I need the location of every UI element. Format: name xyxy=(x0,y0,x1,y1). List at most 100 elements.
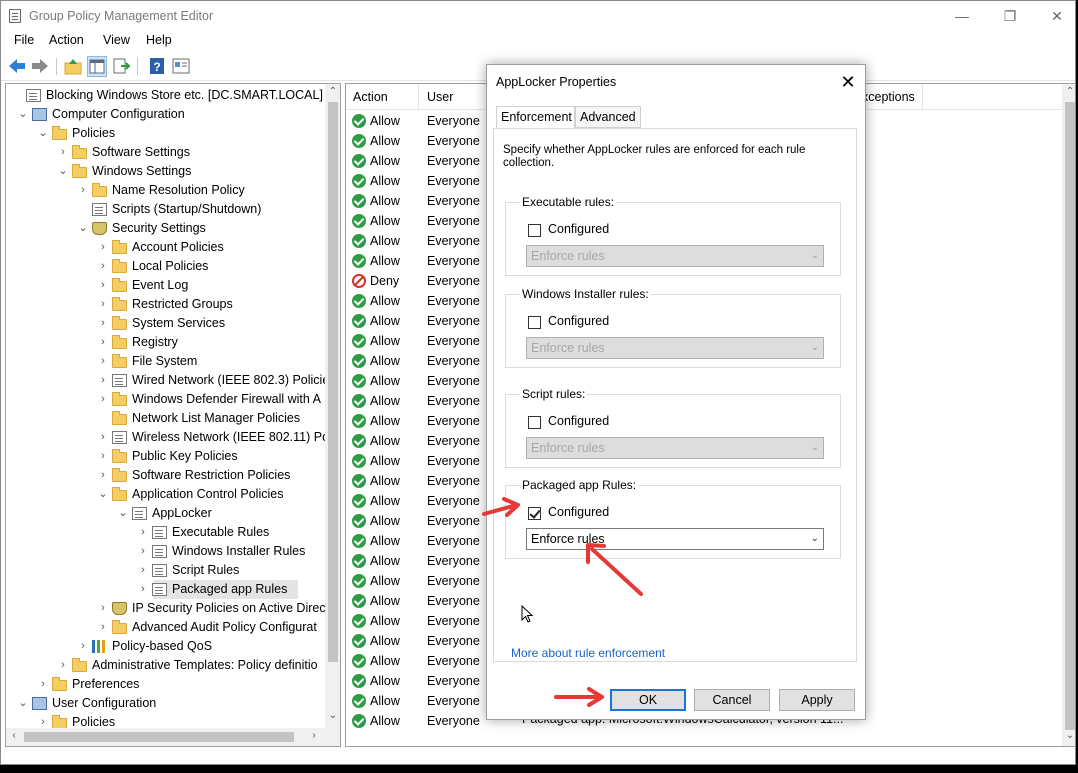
menu-help[interactable]: Help xyxy=(146,33,172,47)
show-hide-tree-icon[interactable] xyxy=(87,56,107,77)
list-scrollbar[interactable]: ⌃ ⌄ xyxy=(1062,84,1075,746)
expand-icon[interactable]: › xyxy=(96,466,110,485)
configured-checkbox[interactable] xyxy=(528,416,541,429)
expand-icon[interactable]: › xyxy=(96,618,110,637)
expand-icon[interactable]: › xyxy=(96,238,110,257)
export-list-icon[interactable] xyxy=(111,56,131,77)
expand-icon[interactable]: › xyxy=(96,428,110,447)
configured-label[interactable]: Configured xyxy=(548,505,609,519)
collapse-icon[interactable]: ⌄ xyxy=(36,124,50,143)
scroll-up-icon[interactable]: ⌃ xyxy=(1062,86,1075,97)
collapse-icon[interactable]: ⌄ xyxy=(56,162,70,181)
expand-icon[interactable]: › xyxy=(96,390,110,409)
expand-icon[interactable]: › xyxy=(76,181,90,200)
scroll-up-icon[interactable]: ⌃ xyxy=(325,86,340,97)
folder-icon xyxy=(112,354,127,368)
rule-enforcement-link[interactable]: More about rule enforcement xyxy=(511,646,665,660)
tree-scrollbar[interactable]: ⌃ ⌄ xyxy=(325,84,340,728)
menu-action[interactable]: Action xyxy=(49,33,84,47)
expand-icon[interactable]: › xyxy=(136,523,150,542)
scroll-down-icon[interactable]: ⌄ xyxy=(325,710,340,721)
expand-icon[interactable]: › xyxy=(96,257,110,276)
column-divider[interactable] xyxy=(418,84,419,110)
rule-user: Everyone xyxy=(427,614,480,628)
tree-item-label: Application Control Policies xyxy=(132,487,284,501)
expand-icon[interactable]: › xyxy=(56,656,70,675)
collapse-icon[interactable]: ⌄ xyxy=(16,105,30,124)
rule-user: Everyone xyxy=(427,634,480,648)
expand-icon[interactable]: › xyxy=(96,333,110,352)
doc-icon xyxy=(112,374,127,387)
configured-checkbox[interactable] xyxy=(528,224,541,237)
tree-item-label: Computer Configuration xyxy=(52,107,185,121)
computer-icon xyxy=(32,697,47,710)
expand-icon[interactable]: › xyxy=(136,542,150,561)
forward-icon[interactable] xyxy=(30,56,50,77)
rule-action: Allow xyxy=(370,194,400,208)
back-icon[interactable] xyxy=(7,56,27,77)
tree-item-label: Wireless Network (IEEE 802.11) Pol xyxy=(132,430,332,444)
expand-icon[interactable]: › xyxy=(96,276,110,295)
expand-icon[interactable]: › xyxy=(76,637,90,656)
tree-item-label: AppLocker xyxy=(152,506,212,520)
tree-hscroll-thumb[interactable] xyxy=(24,732,294,742)
tree-hscrollbar[interactable]: ‹ › xyxy=(6,728,340,746)
tab-enforcement[interactable]: Enforcement xyxy=(496,106,575,129)
collapse-icon[interactable]: ⌄ xyxy=(116,504,130,523)
expand-icon[interactable]: › xyxy=(36,675,50,694)
expand-icon[interactable]: › xyxy=(56,143,70,162)
expand-icon[interactable]: › xyxy=(96,599,110,618)
configured-label[interactable]: Configured xyxy=(548,414,609,428)
menu-file[interactable]: File xyxy=(14,33,34,47)
help-icon[interactable]: ? xyxy=(147,56,167,77)
expand-icon[interactable]: › xyxy=(96,352,110,371)
configured-label[interactable]: Configured xyxy=(548,222,609,236)
column-divider[interactable] xyxy=(922,84,923,110)
column-exceptions[interactable]: xceptions xyxy=(862,90,915,104)
chevron-down-icon: ⌄ xyxy=(810,342,819,353)
column-action[interactable]: Action xyxy=(353,90,388,104)
rule-action: Allow xyxy=(370,134,400,148)
tab-advanced[interactable]: Advanced xyxy=(575,106,641,128)
maximize-button[interactable]: ❐ xyxy=(995,5,1025,27)
rule-user: Everyone xyxy=(427,354,480,368)
enforcement-mode-select[interactable]: Enforce rules ⌄ xyxy=(526,528,824,550)
expand-icon[interactable]: › xyxy=(96,314,110,333)
rule-action: Allow xyxy=(370,434,400,448)
collapse-icon[interactable]: ⌄ xyxy=(96,485,110,504)
rule-action: Allow xyxy=(370,554,400,568)
folder-icon xyxy=(112,259,127,273)
scroll-down-icon[interactable]: ⌄ xyxy=(1062,730,1075,741)
properties-icon[interactable] xyxy=(171,56,191,77)
column-user[interactable]: User xyxy=(427,90,453,104)
rule-action: Allow xyxy=(370,354,400,368)
configured-checkbox[interactable] xyxy=(528,507,541,520)
ok-button[interactable]: OK xyxy=(610,689,686,711)
expand-icon[interactable]: › xyxy=(136,561,150,580)
menu-view[interactable]: View xyxy=(103,33,130,47)
cancel-button[interactable]: Cancel xyxy=(694,689,770,711)
enforcement-description: Specify whether AppLocker rules are enfo… xyxy=(503,144,806,169)
collapse-icon[interactable]: ⌄ xyxy=(76,219,90,238)
expand-icon[interactable]: › xyxy=(96,447,110,466)
tree-scroll-thumb[interactable] xyxy=(328,102,338,662)
rule-group: Script rules: Configured Enforce rules ⌄ xyxy=(505,387,841,468)
rule-user: Everyone xyxy=(427,434,480,448)
list-scroll-thumb[interactable] xyxy=(1065,102,1075,730)
scroll-right-icon[interactable]: › xyxy=(306,730,322,741)
apply-button[interactable]: Apply xyxy=(779,689,855,711)
expand-icon[interactable]: › xyxy=(96,295,110,314)
expand-icon[interactable]: › xyxy=(136,580,150,599)
scroll-left-icon[interactable]: ‹ xyxy=(6,730,22,741)
up-folder-icon[interactable] xyxy=(63,56,83,77)
tree-item[interactable]: › Packaged app Rules xyxy=(141,580,298,599)
close-button[interactable]: ✕ xyxy=(1042,5,1072,27)
configured-checkbox[interactable] xyxy=(528,316,541,329)
minimize-button[interactable]: — xyxy=(947,5,977,27)
dialog-close-button[interactable]: ✕ xyxy=(833,69,863,95)
configured-label[interactable]: Configured xyxy=(548,314,609,328)
expand-icon[interactable]: › xyxy=(96,371,110,390)
rule-action: Allow xyxy=(370,634,400,648)
folder-icon xyxy=(112,297,127,311)
collapse-icon[interactable]: ⌄ xyxy=(16,694,30,713)
